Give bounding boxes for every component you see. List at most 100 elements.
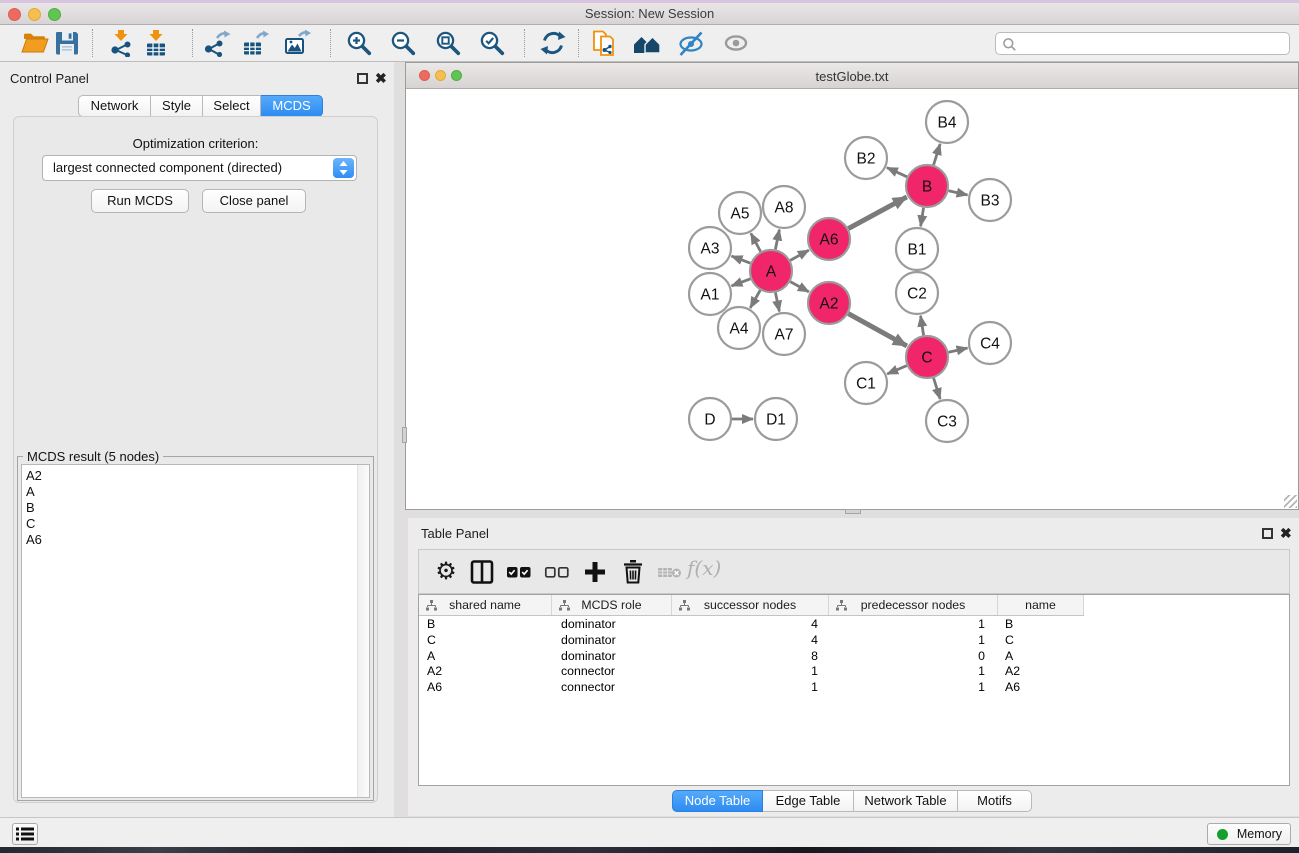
export-image-icon[interactable] (283, 29, 311, 57)
tab-style[interactable]: Style (151, 95, 203, 117)
graph-node-C1[interactable]: C1 (845, 362, 887, 404)
deselect-all-icon[interactable] (544, 559, 570, 585)
graph-node-A4[interactable]: A4 (718, 307, 760, 349)
graph-edge-A-A1[interactable] (732, 279, 751, 286)
mcds-result-list[interactable]: A2ABCA6 (21, 464, 370, 798)
graph-node-A7[interactable]: A7 (763, 313, 805, 355)
tab-motifs[interactable]: Motifs (958, 790, 1032, 812)
graph-node-A[interactable]: A (750, 250, 792, 292)
mcds-result-item[interactable]: B (22, 500, 369, 516)
graph-node-B[interactable]: B (906, 165, 948, 207)
open-session-icon[interactable] (21, 29, 49, 57)
close-panel-icon[interactable]: ✖ (375, 73, 387, 84)
graph-edge-C-C2[interactable] (921, 316, 924, 336)
graph-node-A5[interactable]: A5 (719, 192, 761, 234)
zoom-fit-icon[interactable] (434, 29, 462, 57)
graph-edge-C-C3[interactable] (934, 378, 941, 399)
export-table-icon[interactable] (241, 29, 269, 57)
graph-edge-A-A7[interactable] (775, 293, 779, 312)
zoom-out-icon[interactable] (389, 29, 417, 57)
delete-columns-icon[interactable] (620, 559, 646, 585)
graph-node-A8[interactable]: A8 (763, 186, 805, 228)
graph-edge-C-C4[interactable] (948, 348, 967, 352)
task-history-button[interactable] (12, 823, 38, 845)
graph-edge-B-B2[interactable] (887, 168, 907, 177)
vertical-splitter-handle[interactable] (845, 509, 861, 514)
graph-node-B1[interactable]: B1 (896, 228, 938, 270)
column-header-name[interactable]: name (998, 595, 1084, 615)
table-row[interactable]: A6connector11A6 (419, 680, 1291, 696)
graph-edge-C-C1[interactable] (887, 366, 907, 374)
run-mcds-button[interactable]: Run MCDS (91, 189, 189, 213)
graph-node-B2[interactable]: B2 (845, 137, 887, 179)
scrollbar[interactable] (357, 465, 369, 797)
float-panel-icon[interactable] (357, 73, 368, 84)
refresh-view-icon[interactable] (539, 29, 567, 57)
graph-edge-B-B3[interactable] (948, 191, 967, 195)
export-network-icon[interactable] (203, 29, 231, 57)
mcds-result-item[interactable]: C (22, 516, 369, 532)
graph-node-C2[interactable]: C2 (896, 272, 938, 314)
column-header-shared-name[interactable]: shared name (419, 595, 552, 615)
table-row[interactable]: Cdominator41C (419, 633, 1291, 649)
save-session-icon[interactable] (53, 29, 81, 57)
graph-node-A3[interactable]: A3 (689, 227, 731, 269)
column-header-successor-nodes[interactable]: successor nodes (672, 595, 829, 615)
graph-edge-A6-B[interactable] (848, 197, 906, 229)
close-panel-button[interactable]: Close panel (202, 189, 306, 213)
graph-node-D1[interactable]: D1 (755, 398, 797, 440)
table-options-icon[interactable]: ⚙ (433, 559, 459, 585)
zoom-selected-icon[interactable] (478, 29, 506, 57)
create-column-icon[interactable] (582, 559, 608, 585)
tab-network-table[interactable]: Network Table (854, 790, 958, 812)
horizontal-splitter-handle[interactable] (402, 427, 407, 443)
graph-node-B3[interactable]: B3 (969, 179, 1011, 221)
first-neighbors-icon[interactable] (633, 29, 661, 57)
mcds-result-item[interactable]: A (22, 484, 369, 500)
tab-select[interactable]: Select (203, 95, 261, 117)
graph-edge-A2-C[interactable] (848, 314, 907, 346)
graph-node-C4[interactable]: C4 (969, 322, 1011, 364)
table-row[interactable]: Adominator80A (419, 649, 1291, 665)
import-network-icon[interactable] (107, 29, 135, 57)
graph-node-D[interactable]: D (689, 398, 731, 440)
column-header-predecessor-nodes[interactable]: predecessor nodes (829, 595, 998, 615)
graph-node-A6[interactable]: A6 (808, 218, 850, 260)
import-table-icon[interactable] (142, 29, 170, 57)
graph-edge-B-B4[interactable] (934, 144, 941, 165)
graph-edge-B-B1[interactable] (921, 208, 924, 227)
memory-button[interactable]: Memory (1207, 823, 1291, 845)
graph-edge-A-A8[interactable] (775, 230, 779, 250)
table-row[interactable]: A2connector11A2 (419, 664, 1291, 680)
close-panel-icon[interactable]: ✖ (1280, 528, 1292, 539)
search-input[interactable] (1020, 34, 1284, 53)
network-window-titlebar[interactable]: testGlobe.txt (406, 63, 1298, 89)
tab-network[interactable]: Network (78, 95, 151, 117)
mcds-result-item[interactable]: A2 (22, 468, 369, 484)
tab-edge-table[interactable]: Edge Table (763, 790, 854, 812)
float-panel-icon[interactable] (1262, 528, 1273, 539)
network-graph-canvas[interactable]: B4 B2 B B3 A8A5 A6 B1 A3 A A1 C2 A2 A4A7 C4 C C1 D D1 C3 (406, 90, 1298, 510)
hide-graphics-details-icon[interactable] (677, 29, 705, 57)
graph-edge-A-A3[interactable] (732, 256, 751, 263)
graph-edge-A-A4[interactable] (750, 290, 760, 308)
optimization-select[interactable]: largest connected component (directed) (42, 155, 357, 181)
mcds-result-item[interactable]: A6 (22, 532, 369, 548)
column-header-MCDS-role[interactable]: MCDS role (552, 595, 672, 615)
tab-node-table[interactable]: Node Table (672, 790, 763, 812)
graph-node-C[interactable]: C (906, 336, 948, 378)
show-columns-icon[interactable] (469, 559, 495, 585)
window-resize-grip[interactable] (1284, 495, 1297, 508)
show-graphics-details-icon[interactable] (722, 29, 750, 57)
tab-mcds[interactable]: MCDS (261, 95, 323, 117)
zoom-in-icon[interactable] (345, 29, 373, 57)
graph-node-A1[interactable]: A1 (689, 273, 731, 315)
table-row[interactable]: Bdominator41B (419, 617, 1291, 633)
graph-node-C3[interactable]: C3 (926, 400, 968, 442)
graph-node-A2[interactable]: A2 (808, 282, 850, 324)
graph-edge-A-A6[interactable] (790, 250, 809, 260)
graph-edge-A-A5[interactable] (751, 233, 761, 251)
copy-network-icon[interactable] (590, 29, 618, 57)
select-all-icon[interactable] (506, 559, 532, 585)
graph-node-B4[interactable]: B4 (926, 101, 968, 143)
